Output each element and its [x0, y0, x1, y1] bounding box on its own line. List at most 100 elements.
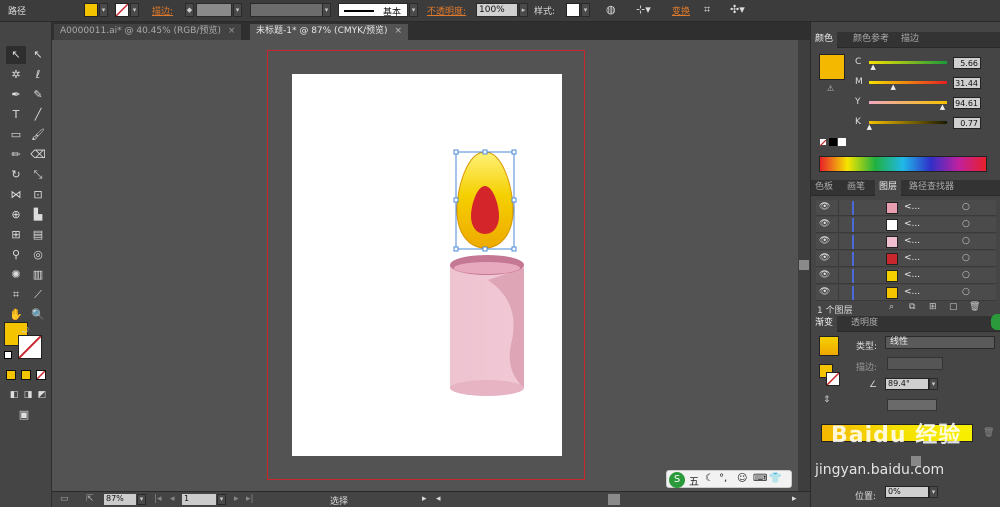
- visibility-eye-icon[interactable]: 👁: [819, 253, 830, 263]
- tab-swatches[interactable]: 色板: [811, 180, 837, 196]
- mesh-tool-icon[interactable]: ⊞: [6, 226, 26, 244]
- vertical-scrollbar[interactable]: [798, 40, 810, 491]
- target-circle-icon[interactable]: ○: [962, 270, 970, 280]
- fill-swatch[interactable]: [84, 3, 98, 17]
- scroll-thumb[interactable]: [799, 260, 809, 270]
- slice-tool-icon[interactable]: ⟋: [28, 286, 48, 304]
- type-tool-icon[interactable]: T: [6, 106, 26, 124]
- tab-pathfinder[interactable]: 路径查找器: [905, 180, 958, 196]
- zoom-field[interactable]: 87%: [104, 494, 136, 505]
- graphic-style-swatch[interactable]: [566, 3, 580, 17]
- visibility-eye-icon[interactable]: 👁: [819, 270, 830, 280]
- stroke-dropdown[interactable]: ▾: [130, 3, 139, 17]
- draw-inside-icon[interactable]: ◩: [32, 386, 52, 404]
- channel-value-k[interactable]: 0.77: [953, 117, 981, 129]
- color-panel-fill-swatch[interactable]: [819, 54, 845, 80]
- first-artboard-icon[interactable]: |◂: [154, 494, 162, 504]
- symbol-sprayer-tool-icon[interactable]: ✺: [6, 266, 26, 284]
- slider-handle[interactable]: ▲: [870, 63, 875, 71]
- visibility-eye-icon[interactable]: 👁: [819, 219, 830, 229]
- doc-tab-2[interactable]: 未标题-1* @ 87% (CMYK/预览) ×: [250, 24, 408, 40]
- rotate-tool-icon[interactable]: ↻: [6, 166, 26, 184]
- opacity-dropdown[interactable]: ▸: [519, 3, 528, 17]
- zoom-dropdown[interactable]: ▾: [137, 494, 146, 505]
- tab-stroke[interactable]: 描边: [897, 32, 923, 48]
- gradient-tool-icon[interactable]: ▤: [28, 226, 48, 244]
- doc-tab-1[interactable]: A0000011.ai* @ 40.45% (RGB/预览) ×: [54, 24, 242, 40]
- layer-name[interactable]: <...: [904, 287, 920, 297]
- gradient-type-select[interactable]: 线性: [885, 336, 995, 349]
- close-icon[interactable]: ×: [228, 26, 236, 36]
- column-graph-tool-icon[interactable]: ▥: [28, 266, 48, 284]
- magic-wand-tool-icon[interactable]: ✲: [6, 66, 26, 84]
- layer-row[interactable]: 👁 <... ○: [816, 268, 996, 284]
- selection-tool-icon[interactable]: ↖: [6, 46, 26, 64]
- opacity-field[interactable]: 100%: [476, 3, 518, 17]
- channel-value-y[interactable]: 94.61: [953, 97, 981, 109]
- shape-builder-tool-icon[interactable]: ⊕: [6, 206, 26, 224]
- layer-name[interactable]: <...: [904, 202, 920, 212]
- layer-row[interactable]: 👁 <... ○: [816, 251, 996, 267]
- delete-stop-icon[interactable]: 🗑: [983, 428, 994, 438]
- stroke-swatch[interactable]: [115, 3, 129, 17]
- screen-mode-icon[interactable]: ▣: [14, 406, 34, 424]
- pencil-tool-icon[interactable]: ✏: [6, 146, 26, 164]
- side-widget-icon[interactable]: [991, 314, 1000, 330]
- position-field[interactable]: 0%: [885, 486, 929, 498]
- angle-dropdown[interactable]: ▾: [929, 378, 938, 390]
- transform-link[interactable]: 变换: [672, 4, 690, 17]
- stroke-weight-stepper[interactable]: ◆: [185, 3, 194, 17]
- artboard-tool-icon[interactable]: ⌗: [6, 286, 26, 304]
- perspective-grid-tool-icon[interactable]: ▙: [28, 206, 48, 224]
- color-spectrum[interactable]: [819, 156, 987, 172]
- status-icon[interactable]: ▭: [60, 494, 69, 504]
- target-circle-icon[interactable]: ○: [962, 253, 970, 263]
- align-icon[interactable]: ⊹▾: [636, 3, 651, 16]
- rectangle-tool-icon[interactable]: ▭: [6, 126, 26, 144]
- width-tool-icon[interactable]: ⋈: [6, 186, 26, 204]
- channel-slider-m[interactable]: [869, 81, 947, 84]
- slider-handle[interactable]: ▲: [891, 83, 896, 91]
- layer-row[interactable]: 👁 <... ○: [816, 200, 996, 216]
- aspect-ratio-field[interactable]: [887, 399, 937, 411]
- stroke-weight-field[interactable]: [196, 3, 232, 17]
- tab-transparency[interactable]: 透明度: [847, 316, 882, 332]
- visibility-eye-icon[interactable]: 👁: [819, 202, 830, 212]
- recolor-icon[interactable]: ◍: [606, 3, 616, 16]
- tab-color-guide[interactable]: 颜色参考: [849, 32, 893, 48]
- channel-slider-y[interactable]: [869, 101, 947, 104]
- color-mode-icon[interactable]: [6, 370, 16, 380]
- panel-menu-icon[interactable]: ✣▾: [730, 3, 745, 16]
- locate-object-icon[interactable]: ⌕: [889, 302, 894, 312]
- line-tool-icon[interactable]: ╱: [28, 106, 48, 124]
- close-icon[interactable]: ×: [394, 26, 402, 36]
- clipping-mask-icon[interactable]: ⧉: [909, 302, 915, 312]
- stroke-weight-dropdown[interactable]: ▾: [233, 3, 242, 17]
- variable-width-profile[interactable]: [250, 3, 330, 17]
- zoom-tool-icon[interactable]: 🔍: [28, 306, 48, 324]
- keyboard-icon[interactable]: ⌨: [753, 473, 767, 484]
- canvas-area[interactable]: S 五 ☾ °, ☺ ⌨ 👕: [52, 40, 798, 491]
- channel-value-m[interactable]: 31.44: [953, 77, 981, 89]
- layer-row[interactable]: 👁 <... ○: [816, 234, 996, 250]
- brush-definition[interactable]: 基本: [338, 3, 408, 18]
- direct-selection-tool-icon[interactable]: ↖: [28, 46, 48, 64]
- status-menu-icon[interactable]: ▸: [422, 494, 427, 504]
- stroke-gradient-options[interactable]: [887, 357, 943, 370]
- free-transform-tool-icon[interactable]: ⊡: [28, 186, 48, 204]
- visibility-eye-icon[interactable]: 👁: [819, 287, 830, 297]
- artboard-dropdown[interactable]: ▾: [217, 494, 226, 505]
- fill-dropdown[interactable]: ▾: [99, 3, 108, 17]
- new-sublayer-icon[interactable]: ⊞: [929, 302, 937, 312]
- curvature-tool-icon[interactable]: ✎: [28, 86, 48, 104]
- profile-dropdown[interactable]: ▾: [322, 3, 331, 17]
- opacity-label[interactable]: 不透明度:: [427, 4, 466, 17]
- channel-slider-k[interactable]: [869, 121, 947, 124]
- layer-name[interactable]: <...: [904, 253, 920, 263]
- punctuation-icon[interactable]: °,: [719, 473, 727, 484]
- swap-icon[interactable]: ⤾: [22, 326, 29, 336]
- tab-brushes[interactable]: 画笔: [843, 180, 869, 196]
- scroll-right-icon[interactable]: ▸: [792, 494, 797, 504]
- brush-dropdown[interactable]: ▾: [409, 3, 418, 17]
- layer-name[interactable]: <...: [904, 219, 920, 229]
